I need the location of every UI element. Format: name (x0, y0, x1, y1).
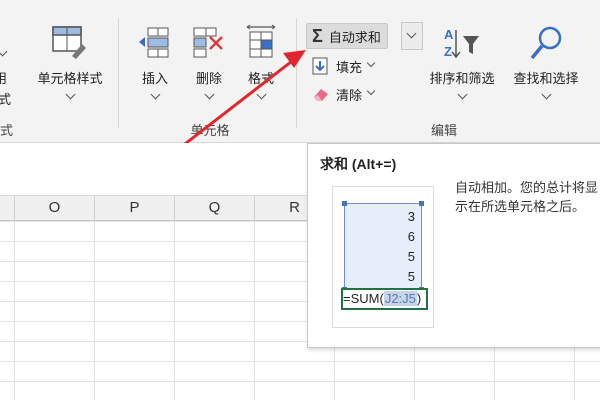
range-value: 5 (407, 269, 415, 284)
column-header-q[interactable]: Q (175, 196, 255, 220)
formula-suffix: ) (416, 291, 422, 306)
grid-line (14, 221, 15, 400)
tooltip-title: 求和 (Alt+=) (320, 156, 397, 172)
column-header-p[interactable]: P (95, 196, 175, 220)
selected-range: 3 6 5 5 (342, 201, 424, 292)
tooltip-illustration: 3 6 5 5 =SUM(J2:J5) (332, 186, 434, 328)
column-header-o[interactable]: O (15, 196, 95, 220)
formula-range-ref: J2:J5 (383, 291, 417, 306)
range-value: 3 (407, 209, 415, 224)
range-handle (419, 201, 424, 206)
autosum-tooltip: 求和 (Alt+=) 自动相加。您的总计将显示在所选单元格之后。 3 6 5 5… (307, 143, 600, 348)
range-value: 5 (407, 249, 415, 264)
column-header-partial[interactable] (0, 196, 15, 220)
tooltip-description: 自动相加。您的总计将显示在所选单元格之后。 (455, 180, 599, 214)
sum-formula-cell: =SUM(J2:J5) (341, 288, 428, 310)
grid-line (94, 221, 95, 400)
grid-line (254, 221, 255, 400)
range-value: 6 (407, 229, 415, 244)
formula-prefix: =SUM( (343, 291, 384, 306)
range-handle (342, 201, 347, 206)
grid-line (174, 221, 175, 400)
